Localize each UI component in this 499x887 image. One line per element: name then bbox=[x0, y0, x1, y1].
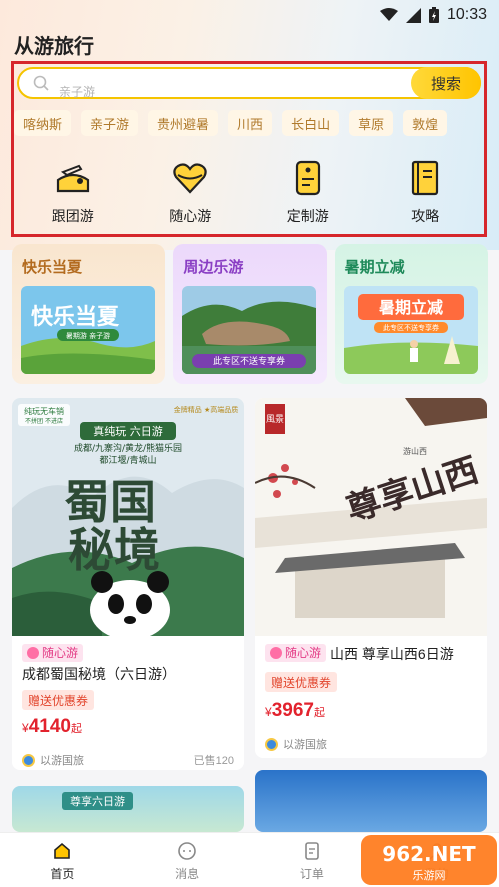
poster-brand: 纯玩无车销 bbox=[24, 406, 64, 416]
vendor-logo-icon bbox=[22, 753, 35, 767]
promo-row: 快乐当夏 快乐当夏 暑期游 亲子游 周边乐游 此专区不送专享券 暑期立减 暑期立… bbox=[12, 244, 488, 384]
free-travel-badge: 随心游 bbox=[22, 644, 84, 662]
free-travel-badge: 随心游 bbox=[265, 644, 327, 662]
vendor: 以游国旅 bbox=[22, 752, 84, 768]
product-card[interactable]: 尊享六日游 bbox=[12, 786, 244, 832]
watermark-subtext: 乐游网 bbox=[413, 869, 446, 882]
promo-title: 周边乐游 bbox=[183, 259, 244, 276]
promo-title: 暑期立减 bbox=[344, 259, 405, 276]
battery-icon bbox=[428, 7, 439, 23]
card-headline: 尊享六日游 bbox=[62, 792, 133, 810]
product-price: ¥3967起 bbox=[265, 700, 325, 721]
poster-title-line1: 蜀国 bbox=[64, 475, 156, 529]
nav-home[interactable]: 首页 bbox=[0, 833, 125, 887]
nav-label: 订单 bbox=[299, 867, 324, 881]
promo-image-text: 快乐当夏 bbox=[31, 305, 120, 330]
promo-happy-summer[interactable]: 快乐当夏 快乐当夏 暑期游 亲子游 bbox=[12, 244, 166, 384]
nav-label: 首页 bbox=[50, 867, 75, 881]
poster-seal: 金牌精品 ★高端品质 bbox=[174, 405, 239, 414]
status-bar: 10:33 bbox=[0, 0, 499, 30]
panda-image bbox=[90, 571, 170, 636]
coupon-badge: 赠送优惠券 bbox=[265, 672, 338, 692]
promo-nearby[interactable]: 周边乐游 此专区不送专享券 bbox=[173, 244, 327, 384]
poster-seal: 風景 bbox=[266, 414, 284, 425]
product-photo: 纯玩无车销 不拼团 不进店 真纯玩 六日游 金牌精品 ★高端品质 成都/九寨沟/… bbox=[12, 398, 244, 636]
coupon-badge: 赠送优惠券 bbox=[22, 690, 95, 710]
heart-badge-icon bbox=[270, 647, 282, 659]
promo-summer-discount[interactable]: 暑期立减 暑期立减 此专区不送专享券 bbox=[334, 244, 488, 384]
product-title: 随心游 山西 尊享山西6日游 bbox=[265, 644, 477, 664]
home-icon bbox=[54, 842, 71, 859]
app-title: 从游旅行 bbox=[14, 36, 94, 58]
promo-image-subtext: 此专区不送专享券 bbox=[383, 323, 439, 332]
product-photo: 風景 尊享山西 游山西 bbox=[255, 398, 487, 636]
poster-stamp: 游山西 bbox=[403, 446, 427, 456]
promo-image: 暑期立减 此专区不送专享券 bbox=[343, 286, 478, 374]
poster-route: 成都/九寨沟/黄龙/熊猫乐园 bbox=[74, 442, 182, 454]
promo-image-text: 暑期立减 bbox=[378, 298, 443, 317]
highlight-frame bbox=[11, 61, 487, 237]
product-name: 成都蜀国秘境（六日游） bbox=[22, 666, 176, 682]
product-price: ¥4140起 bbox=[22, 716, 82, 737]
sold-count: 已售120 bbox=[193, 755, 234, 767]
nav-label: 消息 bbox=[175, 867, 200, 881]
site-watermark: 962.NET 乐游网 bbox=[359, 831, 499, 887]
promo-image: 此专区不送专享券 bbox=[182, 286, 317, 374]
nav-messages[interactable]: 消息 bbox=[125, 833, 250, 887]
signal-icon bbox=[405, 7, 421, 23]
poster-title-line2: 秘境 bbox=[68, 523, 160, 577]
poster-brand-sub: 不拼团 不进店 bbox=[25, 417, 63, 425]
nav-orders[interactable]: 订单 bbox=[250, 833, 375, 887]
status-time: 10:33 bbox=[446, 6, 487, 23]
promo-image-text: 此专区不送专享券 bbox=[213, 355, 285, 367]
product-card[interactable] bbox=[255, 770, 487, 832]
product-card[interactable]: 纯玩无车销 不拼团 不进店 真纯玩 六日游 金牌精品 ★高端品质 成都/九寨沟/… bbox=[12, 398, 244, 770]
product-title: 随心游成都蜀国秘境（六日游） bbox=[22, 644, 234, 684]
poster-route: 都江堰/青城山 bbox=[99, 454, 156, 466]
message-icon bbox=[178, 842, 196, 860]
promo-image: 快乐当夏 暑期游 亲子游 bbox=[21, 286, 155, 374]
watermark-text: 962.NET bbox=[382, 842, 476, 866]
vendor-logo-icon bbox=[265, 737, 278, 751]
wifi-icon bbox=[379, 8, 398, 22]
product-name: 山西 尊享山西6日游 bbox=[330, 646, 454, 662]
promo-image-subtext: 暑期游 亲子游 bbox=[66, 331, 110, 340]
order-icon bbox=[305, 842, 319, 860]
product-card[interactable]: 風景 尊享山西 游山西 随心游 山西 尊享山西6日游 赠送优惠券 ¥3967起 以… bbox=[255, 398, 487, 758]
poster-headline: 真纯玩 六日游 bbox=[93, 424, 163, 438]
promo-title: 快乐当夏 bbox=[22, 259, 83, 276]
vendor: 以游国旅 bbox=[265, 736, 327, 752]
heart-badge-icon bbox=[27, 647, 39, 659]
